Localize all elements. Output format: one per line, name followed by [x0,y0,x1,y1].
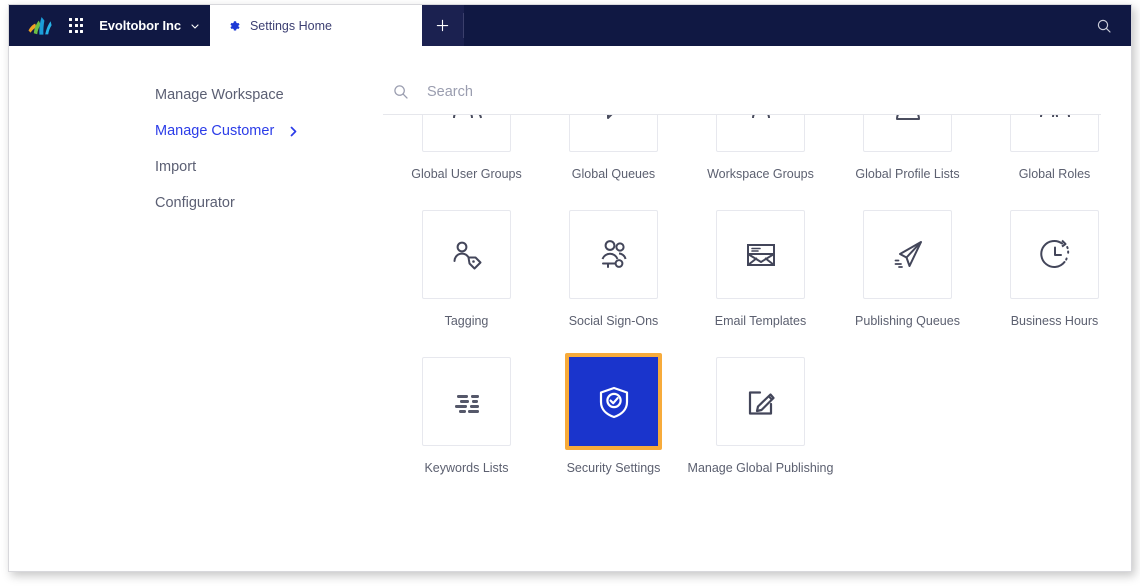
search-bar[interactable]: Search [383,69,1101,115]
sidebar-item-label: Manage Workspace [155,87,284,103]
profile-list-icon [895,115,920,120]
tile-security-settings[interactable]: Security Settings [540,353,687,475]
tab-label: Settings Home [249,18,332,33]
tile-label: Global Profile Lists [855,167,960,181]
sidebar-item-label: Configurator [155,195,235,211]
person-tag-icon [453,241,481,269]
paper-plane-icon [894,240,922,268]
tile-label: Tagging [444,314,489,328]
tile-label: Email Templates [714,314,807,328]
sidebar-item-manage-customer[interactable]: Manage Customer [9,113,383,149]
edit-square-icon [748,390,775,415]
new-tab-button[interactable] [421,5,464,46]
tile-label: Publishing Queues [855,314,960,328]
tile-global-queues[interactable]: Global Queues [540,115,687,181]
brand-zone: Evoltobor Inc [9,5,200,46]
shield-check-icon [599,386,628,418]
settings-content: Search Global User Groups Global Queues … [383,46,1131,571]
search-input[interactable]: Search [427,84,473,100]
tile-publishing-queues[interactable]: Publishing Queues [834,210,981,328]
tile-icon-box [716,115,805,152]
tab-settings-home[interactable]: Settings Home [209,5,422,46]
tile-label: Social Sign-Ons [568,314,659,328]
tile-global-roles[interactable]: Global Roles [981,115,1128,181]
tile-label: Manage Global Publishing [687,461,834,475]
tile-email-templates[interactable]: Email Templates [687,210,834,328]
app-window: Evoltobor Inc Settings Home Manage Works… [8,4,1132,572]
chevron-down-icon[interactable] [190,21,200,31]
tile-social-sign-ons[interactable]: Social Sign-Ons [540,210,687,328]
tile-icon-box [1010,115,1099,152]
chevron-right-icon [290,126,297,136]
tile-label: Business Hours [1010,314,1099,328]
tile-global-user-groups[interactable]: Global User Groups [393,115,540,181]
sidebar-item-label: Import [155,159,197,175]
settings-tile-grid: Global User Groups Global Queues Workspa… [393,115,1128,475]
tile-global-profile-lists[interactable]: Global Profile Lists [834,115,981,181]
tile-icon-box [422,210,511,299]
tile-icon-box [1010,210,1099,299]
tile-icon-box [422,357,511,446]
app-body: Manage Workspace Manage Customer Import … [9,46,1131,571]
settings-tile-scroll-area[interactable]: Global User Groups Global Queues Workspa… [383,115,1131,571]
people-key-icon [601,239,626,268]
gear-icon [230,20,240,31]
tile-tagging[interactable]: Tagging [393,210,540,328]
clock-dashed-icon [1039,239,1069,268]
tile-label: Global User Groups [411,167,522,181]
tile-workspace-groups[interactable]: Workspace Groups [687,115,834,181]
plus-icon [437,19,449,32]
tile-label: Global Roles [1018,167,1091,181]
workspace-name[interactable]: Evoltobor Inc [99,18,181,33]
tile-manage-global-publishing[interactable]: Manage Global Publishing [687,357,834,475]
sidebar-item-import[interactable]: Import [9,149,383,185]
sidebar-item-label: Manage Customer [155,123,275,139]
user-group-icon [452,115,482,118]
tile-icon-box [422,115,511,152]
top-bar-spacer [464,5,1077,46]
search-icon [1097,19,1111,33]
tile-icon-box [863,210,952,299]
tile-business-hours[interactable]: Business Hours [981,210,1128,328]
roles-icon [1039,115,1070,117]
grid-apps-icon[interactable] [69,18,84,33]
tile-label: Workspace Groups [707,167,814,181]
email-envelope-icon [746,243,775,266]
search-icon [394,84,408,99]
tile-keywords-lists[interactable]: Keywords Lists [393,357,540,475]
top-bar: Evoltobor Inc Settings Home [9,5,1131,46]
sprinklr-splash-logo[interactable] [27,14,53,38]
sidebar-item-manage-workspace[interactable]: Manage Workspace [9,77,383,113]
tile-label: Security Settings [566,461,661,475]
tile-icon-box-selected [565,353,662,450]
text-lines-icon [454,394,479,413]
sidebar-item-configurator[interactable]: Configurator [9,185,383,221]
tile-icon-box [716,357,805,446]
tile-label: Global Queues [571,167,656,181]
settings-sidebar: Manage Workspace Manage Customer Import … [9,46,383,571]
global-search-button[interactable] [1077,5,1131,46]
tile-icon-box [569,210,658,299]
tile-icon-box [716,210,805,299]
queue-icon [606,115,612,119]
workspace-group-icon [751,115,770,118]
tile-icon-box [569,115,658,152]
tile-label: Keywords Lists [424,461,509,475]
tile-icon-box [863,115,952,152]
